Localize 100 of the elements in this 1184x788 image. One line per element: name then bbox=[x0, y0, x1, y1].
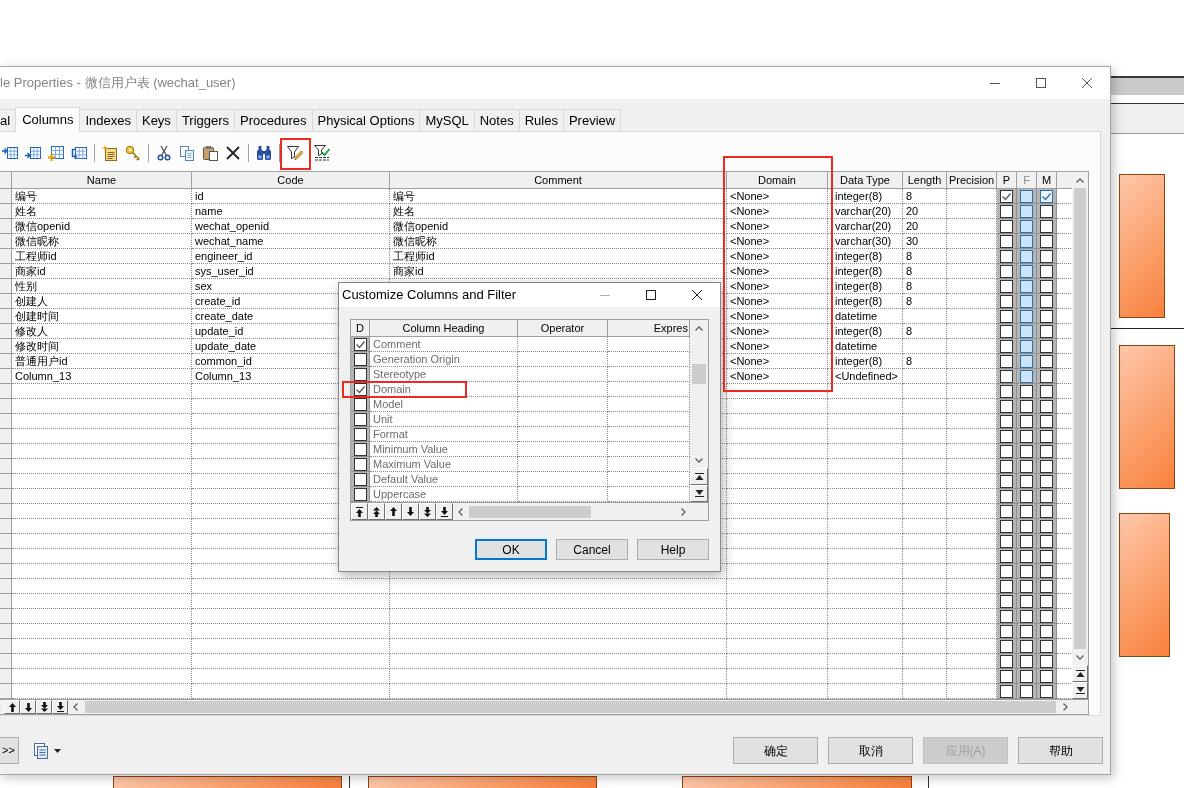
tab[interactable]: Keys bbox=[135, 109, 177, 131]
checkbox[interactable] bbox=[1040, 384, 1053, 398]
checkbox[interactable] bbox=[1040, 579, 1053, 593]
checkbox[interactable] bbox=[1040, 474, 1053, 488]
close-icon[interactable] bbox=[1082, 78, 1092, 88]
column-header[interactable]: Column Heading bbox=[370, 320, 518, 337]
chevron-right-icon[interactable] bbox=[680, 507, 686, 516]
checkbox[interactable] bbox=[1040, 519, 1053, 533]
column-header[interactable]: M bbox=[1037, 172, 1057, 189]
checkbox[interactable] bbox=[1000, 219, 1013, 233]
checkbox[interactable] bbox=[1000, 444, 1013, 458]
dialog-button[interactable]: Help bbox=[637, 539, 709, 560]
checkbox[interactable] bbox=[1020, 474, 1033, 488]
checkbox[interactable] bbox=[1040, 189, 1053, 203]
checkbox[interactable] bbox=[1020, 279, 1033, 293]
checkbox[interactable] bbox=[1000, 624, 1013, 638]
vertical-scrollbar[interactable] bbox=[1072, 172, 1088, 699]
minimize-icon[interactable] bbox=[990, 82, 1000, 84]
grid-arrow-icon[interactable] bbox=[2, 145, 18, 161]
scissors-icon[interactable] bbox=[156, 145, 172, 161]
checkbox[interactable] bbox=[1020, 684, 1033, 698]
checkbox[interactable] bbox=[1000, 639, 1013, 653]
tab[interactable]: MySQL bbox=[419, 109, 475, 131]
scrollbar-thumb[interactable] bbox=[1074, 188, 1086, 649]
checkbox[interactable] bbox=[1020, 609, 1033, 623]
move-up-button[interactable] bbox=[385, 503, 402, 520]
checkbox[interactable] bbox=[1040, 684, 1053, 698]
checkbox[interactable] bbox=[1020, 429, 1033, 443]
dialog-button[interactable]: Cancel bbox=[556, 539, 628, 560]
checkbox[interactable] bbox=[1020, 594, 1033, 608]
tab[interactable]: Preview bbox=[562, 109, 622, 131]
checkbox[interactable] bbox=[1000, 294, 1013, 308]
scroll-up-button[interactable] bbox=[690, 468, 708, 485]
checkbox[interactable] bbox=[1000, 489, 1013, 503]
grid-plus-icon[interactable] bbox=[48, 145, 64, 161]
checkbox[interactable] bbox=[353, 382, 367, 396]
expand-button[interactable]: >> bbox=[0, 737, 19, 764]
column-header[interactable]: Length bbox=[903, 172, 947, 189]
checkbox[interactable] bbox=[1020, 384, 1033, 398]
move-to-bottom-button[interactable] bbox=[436, 503, 453, 520]
move-down-button[interactable] bbox=[402, 503, 419, 520]
grid-return-icon[interactable] bbox=[71, 145, 87, 161]
copy-icon[interactable] bbox=[179, 145, 195, 161]
scrollbar-thumb[interactable] bbox=[692, 364, 706, 384]
checkbox[interactable] bbox=[1020, 234, 1033, 248]
checkbox[interactable] bbox=[1020, 534, 1033, 548]
page-down-button[interactable] bbox=[419, 503, 436, 520]
column-header[interactable]: Operator bbox=[518, 320, 608, 337]
checkbox[interactable] bbox=[1040, 489, 1053, 503]
checkbox[interactable] bbox=[1040, 624, 1053, 638]
checkbox[interactable] bbox=[1040, 459, 1053, 473]
checkbox[interactable] bbox=[1040, 609, 1053, 623]
checkbox[interactable] bbox=[1020, 219, 1033, 233]
checkbox[interactable] bbox=[1020, 264, 1033, 278]
checkbox[interactable] bbox=[1040, 219, 1053, 233]
checkbox[interactable] bbox=[353, 397, 367, 411]
checkbox[interactable] bbox=[1040, 669, 1053, 683]
grid-arrow-icon[interactable] bbox=[25, 145, 41, 161]
checkbox[interactable] bbox=[1020, 444, 1033, 458]
checkbox[interactable] bbox=[1000, 579, 1013, 593]
checkbox[interactable] bbox=[1020, 324, 1033, 338]
checkbox[interactable] bbox=[353, 367, 367, 381]
funnel-check-icon[interactable] bbox=[314, 145, 330, 161]
scrollbar-thumb[interactable] bbox=[469, 505, 591, 518]
checkbox[interactable] bbox=[1020, 369, 1033, 383]
checkbox[interactable] bbox=[1000, 519, 1013, 533]
checkbox[interactable] bbox=[1040, 534, 1053, 548]
checkbox[interactable] bbox=[1020, 189, 1033, 203]
checkbox[interactable] bbox=[1020, 519, 1033, 533]
column-header[interactable]: Comment bbox=[390, 172, 727, 189]
checkbox[interactable] bbox=[1040, 249, 1053, 263]
checkbox[interactable] bbox=[1020, 639, 1033, 653]
checkbox[interactable] bbox=[1020, 294, 1033, 308]
checkbox[interactable] bbox=[1020, 624, 1033, 638]
column-header[interactable]: Data Type bbox=[828, 172, 903, 189]
move-to-top-button[interactable] bbox=[351, 503, 368, 520]
checkbox[interactable] bbox=[1000, 669, 1013, 683]
close-icon[interactable] bbox=[692, 290, 702, 300]
scroll-down-button[interactable] bbox=[1072, 682, 1088, 699]
checkbox[interactable] bbox=[1040, 414, 1053, 428]
checkbox[interactable] bbox=[1000, 399, 1013, 413]
checkbox[interactable] bbox=[353, 487, 367, 501]
checkbox[interactable] bbox=[1020, 564, 1033, 578]
checkbox[interactable] bbox=[1040, 564, 1053, 578]
checkbox[interactable] bbox=[1020, 249, 1033, 263]
checkbox[interactable] bbox=[1000, 324, 1013, 338]
checkbox[interactable] bbox=[353, 352, 367, 366]
checkbox[interactable] bbox=[1000, 384, 1013, 398]
checkbox[interactable] bbox=[353, 472, 367, 486]
checkbox[interactable] bbox=[1000, 309, 1013, 323]
tab[interactable]: Triggers bbox=[175, 109, 236, 131]
checkbox[interactable] bbox=[1000, 609, 1013, 623]
checkbox[interactable] bbox=[1040, 294, 1053, 308]
chevron-up-icon[interactable] bbox=[1076, 177, 1084, 183]
checkbox[interactable] bbox=[1000, 279, 1013, 293]
checkbox[interactable] bbox=[1020, 504, 1033, 518]
checkbox[interactable] bbox=[1040, 399, 1053, 413]
checkbox[interactable] bbox=[1000, 234, 1013, 248]
funnel-pencil-icon[interactable] bbox=[287, 145, 303, 161]
checkbox[interactable] bbox=[1020, 354, 1033, 368]
